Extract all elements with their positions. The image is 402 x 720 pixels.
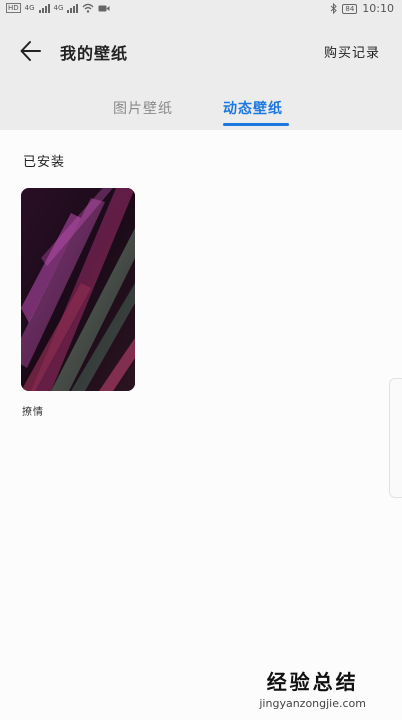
tab-live-wallpaper[interactable]: 动态壁纸 — [223, 98, 283, 118]
signal-icon-2 — [67, 3, 79, 13]
signal-icon — [38, 3, 50, 13]
clock: 10:10 — [362, 2, 394, 15]
hd-badge: HD — [6, 3, 21, 13]
tab-picture-wallpaper[interactable]: 图片壁纸 — [113, 98, 173, 118]
network-type-2: 4G — [53, 4, 64, 12]
installed-section-heading: 已安装 — [23, 155, 66, 170]
watermark-url: jingyanzongjie.com — [259, 697, 366, 710]
wallpaper-preview-image — [21, 188, 135, 391]
watermark-title: 经验总结 — [266, 670, 359, 694]
wallpaper-name: 撩情 — [22, 407, 44, 418]
tab-bar: 图片壁纸 动态壁纸 — [0, 98, 402, 128]
side-edge-handle[interactable] — [389, 378, 402, 498]
arrow-left-icon — [20, 41, 41, 61]
back-button[interactable] — [18, 38, 44, 64]
status-bar: HD 4G 4G 84 10:10 — [0, 0, 402, 18]
active-tab-indicator — [223, 123, 289, 126]
page-title: 我的壁纸 — [60, 44, 129, 63]
status-bar-right: 84 10:10 — [330, 2, 394, 15]
bluetooth-icon — [331, 3, 338, 14]
battery-icon: 84 — [342, 3, 358, 14]
purchase-history-link[interactable]: 购买记录 — [324, 42, 380, 61]
app-header: 我的壁纸 购买记录 图片壁纸 动态壁纸 — [0, 18, 402, 130]
wifi-icon — [82, 3, 94, 13]
watermark: 经验总结 jingyanzongjie.com — [259, 666, 366, 710]
status-bar-left: HD 4G 4G — [6, 3, 110, 13]
camera-icon — [98, 5, 110, 11]
network-type-1: 4G — [24, 4, 35, 12]
wallpaper-thumbnail[interactable] — [21, 188, 135, 391]
